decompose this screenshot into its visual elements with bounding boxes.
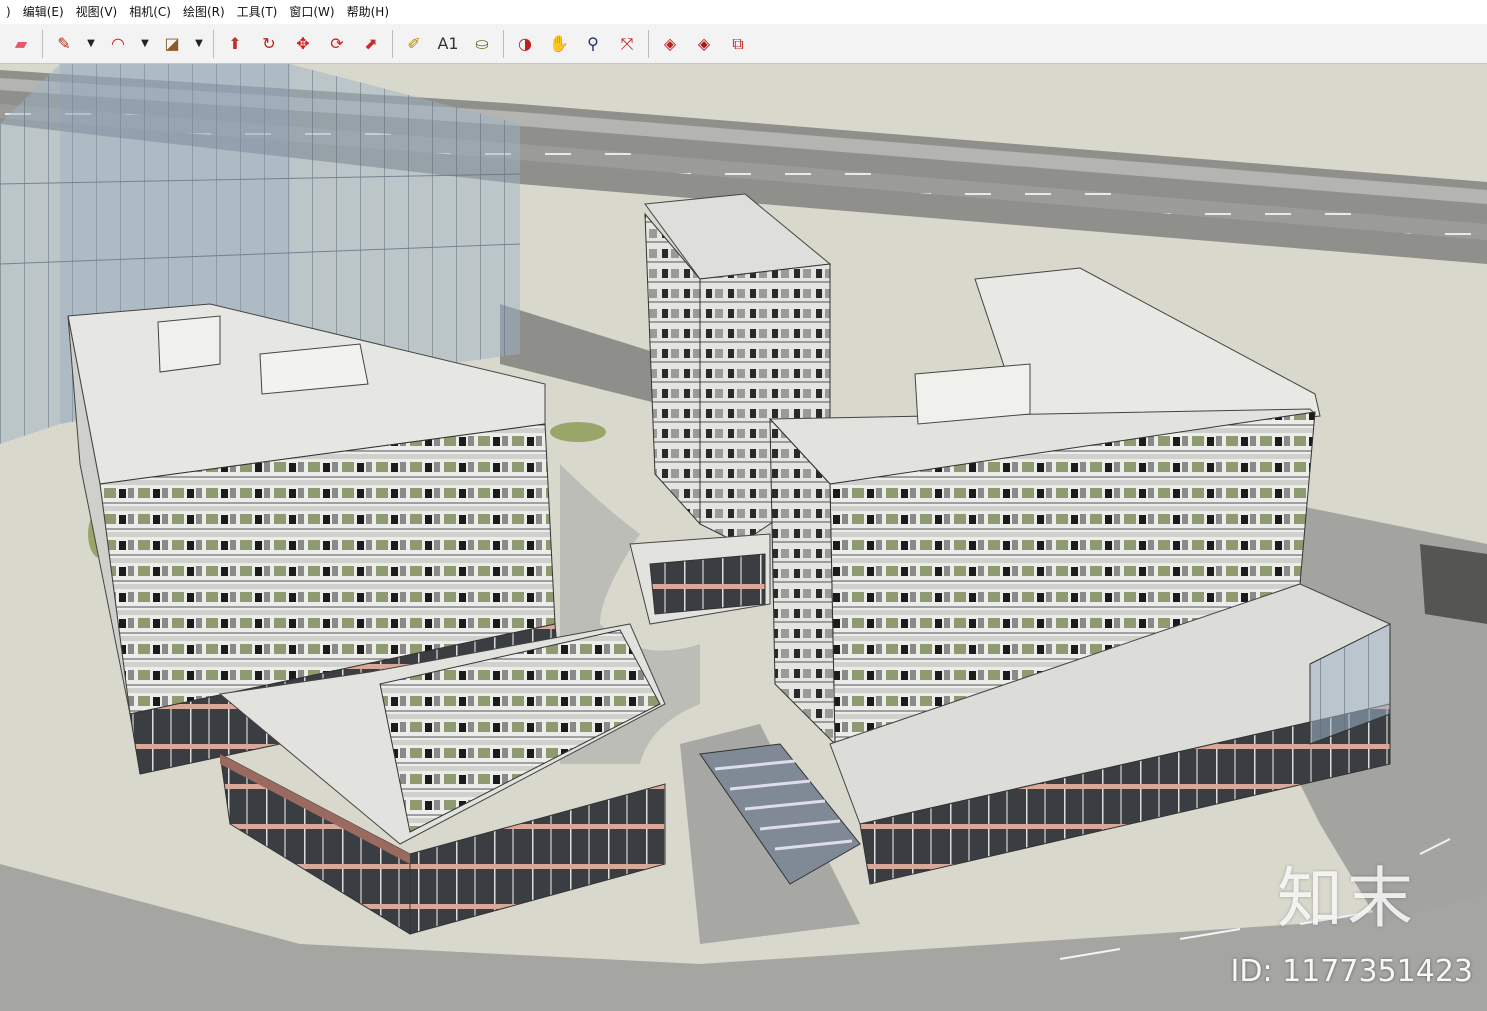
menu-bar: ) 编辑(E) 视图(V) 相机(C) 绘图(R) 工具(T) 窗口(W) 帮助… [0, 0, 1487, 24]
menu-item-file-partial[interactable]: ) [0, 0, 17, 24]
menu-item-view[interactable]: 视图(V) [70, 0, 124, 24]
push-pull-icon[interactable]: ⬆ [220, 29, 250, 59]
menu-item-help[interactable]: 帮助(H) [341, 0, 395, 24]
tape-measure-icon[interactable]: ✐ [399, 29, 429, 59]
toolbar-separator [213, 29, 214, 58]
rotate-icon[interactable]: ⟳ [322, 29, 352, 59]
dropdown-icon[interactable]: ▼ [137, 29, 153, 59]
scale-icon[interactable]: ⬈ [356, 29, 386, 59]
warehouse-icon[interactable]: ◈ [655, 29, 685, 59]
menu-item-draw[interactable]: 绘图(R) [177, 0, 231, 24]
paint-bucket-icon[interactable]: ⛀ [467, 29, 497, 59]
move-icon[interactable]: ✥ [288, 29, 318, 59]
model-scene [0, 64, 1487, 1011]
dropdown-icon[interactable]: ▼ [191, 29, 207, 59]
menu-item-window[interactable]: 窗口(W) [283, 0, 340, 24]
menu-item-camera[interactable]: 相机(C) [123, 0, 177, 24]
toolbar: ▰ ✎ ▼ ◠ ▼ ◪ ▼ ⬆ ↻ ✥ ⟳ ⬈ ✐ A1 ⛀ ◑ ✋ ⚲ ⤧ ◈ ◈ ⧉ [0, 24, 1487, 64]
pan-icon[interactable]: ✋ [544, 29, 574, 59]
eraser-icon[interactable]: ▰ [6, 29, 36, 59]
text-icon[interactable]: A1 [433, 29, 463, 59]
toolbar-separator [648, 29, 649, 58]
toolbar-separator [503, 29, 504, 58]
pencil-icon[interactable]: ✎ [49, 29, 79, 59]
menu-item-tools[interactable]: 工具(T) [231, 0, 284, 24]
3d-viewport[interactable]: 知末 ID: 1177351423 [0, 64, 1487, 1011]
menu-item-edit[interactable]: 编辑(E) [17, 0, 70, 24]
dropdown-icon[interactable]: ▼ [83, 29, 99, 59]
toolbar-separator [42, 29, 43, 58]
zoom-extents-icon[interactable]: ⤧ [612, 29, 642, 59]
zoom-icon[interactable]: ⚲ [578, 29, 608, 59]
lawn [550, 422, 606, 442]
extension-warehouse-icon[interactable]: ◈ [689, 29, 719, 59]
toolbar-separator [392, 29, 393, 58]
arc-icon[interactable]: ◠ [103, 29, 133, 59]
rectangle-icon[interactable]: ◪ [157, 29, 187, 59]
orbit-icon[interactable]: ◑ [510, 29, 540, 59]
image-id-watermark: ID: 1177351423 [1230, 954, 1473, 989]
follow-me-icon[interactable]: ↻ [254, 29, 284, 59]
share-model-icon[interactable]: ⧉ [723, 29, 753, 59]
brand-watermark: 知末 [1277, 860, 1417, 937]
